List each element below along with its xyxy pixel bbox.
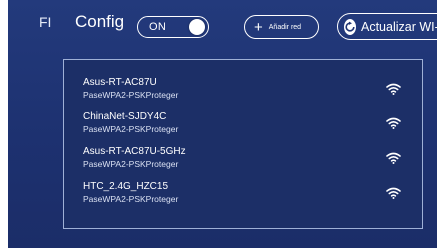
header-left-text: FI xyxy=(39,14,52,30)
wifi-icon xyxy=(386,83,401,95)
add-network-label: Añadir red xyxy=(268,23,302,31)
refresh-icon xyxy=(344,18,356,35)
network-item[interactable]: ChinaNet-SJDY4C PaseWPA2-PSKProteger xyxy=(64,111,422,143)
add-network-button[interactable]: + Añadir red xyxy=(244,15,319,39)
plus-icon: + xyxy=(254,18,263,36)
update-wifi-label: Actualizar WI-FI xyxy=(361,19,441,34)
network-security: PaseWPA2-PSKProteger xyxy=(83,194,179,204)
network-security: PaseWPA2-PSKProteger xyxy=(83,124,179,134)
update-wifi-button[interactable]: Actualizar WI-FI xyxy=(337,13,441,40)
wifi-icon xyxy=(386,152,401,164)
wifi-toggle[interactable]: ON xyxy=(137,16,209,38)
network-ssid: Asus-RT-AC87U xyxy=(83,77,157,88)
network-item[interactable]: HTC_2.4G_HZC15 PaseWPA2-PSKProteger xyxy=(64,181,422,213)
network-security: PaseWPA2-PSKProteger xyxy=(83,159,179,169)
wifi-icon xyxy=(386,187,401,199)
network-security: PaseWPA2-PSKProteger xyxy=(83,90,179,100)
network-ssid: ChinaNet-SJDY4C xyxy=(83,111,167,122)
network-list: Asus-RT-AC87U PaseWPA2-PSKProteger China… xyxy=(63,59,423,229)
page-title: Config xyxy=(75,12,125,31)
network-item[interactable]: Asus-RT-AC87U PaseWPA2-PSKProteger xyxy=(64,77,422,109)
network-item[interactable]: Asus-RT-AC87U-5GHz PaseWPA2-PSKProteger xyxy=(64,146,422,178)
toggle-knob xyxy=(189,19,205,35)
left-edge xyxy=(0,0,8,248)
network-ssid: HTC_2.4G_HZC15 xyxy=(83,181,169,192)
toggle-label: ON xyxy=(149,21,167,33)
network-ssid: Asus-RT-AC87U-5GHz xyxy=(83,146,186,157)
wifi-config-screen: FI Config ON + Añadir red Actualizar WI-… xyxy=(0,0,441,248)
wifi-icon xyxy=(386,117,401,129)
